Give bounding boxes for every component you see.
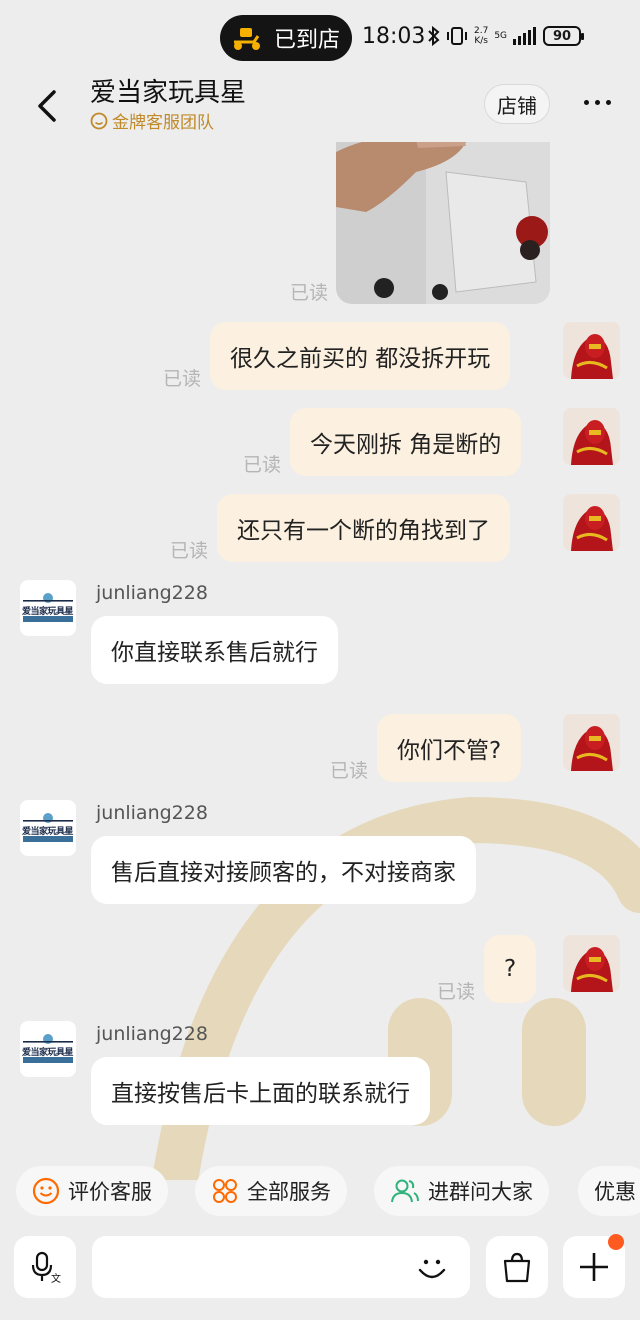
quick-actions-bar: 评价客服 全部服务 进群问大家 优惠: [0, 1166, 640, 1218]
my-avatar[interactable]: [563, 408, 620, 465]
chat-area[interactable]: 已读 很久之前买的 都没拆开玩 已读 今天刚拆 角是断的 已读 还只有一个断的角…: [0, 142, 640, 1160]
clock: 18:03: [362, 24, 426, 49]
all-services-chip[interactable]: 全部服务: [195, 1166, 347, 1216]
read-receipt: 已读: [330, 760, 369, 782]
shop-name-title[interactable]: 爱当家玩具星: [90, 72, 246, 109]
shop-message-bubble[interactable]: 直接按售后卡上面的联系就行: [91, 1057, 430, 1125]
my-avatar[interactable]: [563, 935, 620, 992]
shopping-bag-button[interactable]: [486, 1236, 548, 1298]
read-receipt: 已读: [243, 454, 282, 476]
read-receipt: 已读: [163, 368, 202, 390]
status-bar: 已到店 18:03 2.7 K/s 5G 90: [0, 0, 640, 72]
arrival-pill[interactable]: 已到店: [220, 15, 352, 61]
sender-name: junliang228: [96, 582, 208, 604]
emoji-icon[interactable]: [414, 1250, 450, 1286]
signal-icon: [513, 27, 537, 45]
net-speed: 2.7 K/s: [474, 26, 489, 46]
my-message-bubble[interactable]: 今天刚拆 角是断的: [290, 408, 522, 476]
shop-avatar[interactable]: 爱当家玩具星: [20, 580, 76, 636]
sender-name: junliang228: [96, 802, 208, 824]
back-arrow-icon[interactable]: [30, 88, 66, 124]
smile-badge-icon: [90, 112, 108, 129]
group-people-icon: [391, 1179, 419, 1203]
my-message-bubble[interactable]: 你们不管?: [377, 714, 522, 782]
smile-face-icon: [32, 1177, 60, 1205]
vibrate-icon: [447, 27, 467, 45]
svg-text:文: 文: [51, 1272, 61, 1284]
read-receipt: 已读: [290, 282, 329, 304]
my-message-bubble[interactable]: 还只有一个断的角找到了: [217, 494, 510, 562]
rate-service-chip[interactable]: 评价客服: [16, 1166, 168, 1216]
sender-name: junliang228: [96, 1023, 208, 1045]
my-avatar[interactable]: [563, 322, 620, 379]
shop-avatar[interactable]: 爱当家玩具星: [20, 800, 76, 856]
product-photo[interactable]: [336, 142, 550, 304]
pill-text: 已到店: [274, 28, 341, 53]
grid-services-icon: [213, 1179, 237, 1203]
chat-header: 爱当家玩具星 金牌客服团队 店铺: [0, 72, 640, 142]
shop-message-bubble[interactable]: 售后直接对接顾客的，不对接商家: [91, 836, 476, 904]
service-team-label: 金牌客服团队: [90, 108, 214, 133]
shopping-bag-icon: [503, 1252, 531, 1283]
shop-message-bubble[interactable]: 你直接联系售后就行: [91, 616, 338, 684]
join-group-chip[interactable]: 进群问大家: [374, 1166, 549, 1216]
read-receipt: 已读: [170, 540, 209, 562]
discount-chip[interactable]: 优惠: [578, 1166, 640, 1216]
battery-indicator: 90: [543, 26, 585, 46]
microphone-icon: 文: [31, 1251, 61, 1284]
my-message-bubble[interactable]: 很久之前买的 都没拆开玩: [210, 322, 511, 390]
read-receipt: 已读: [437, 981, 476, 1003]
plus-icon: [580, 1253, 608, 1281]
network-type: 5G: [494, 31, 508, 41]
voice-input-button[interactable]: 文: [14, 1236, 76, 1298]
my-avatar[interactable]: [563, 494, 620, 551]
status-icons: 2.7 K/s 5G 90: [428, 26, 585, 46]
bluetooth-icon: [428, 26, 440, 46]
my-avatar[interactable]: [563, 714, 620, 771]
input-bar: 文: [0, 1234, 640, 1298]
more-options-icon[interactable]: [584, 100, 611, 105]
notification-dot: [608, 1234, 624, 1250]
delivery-scooter-icon: [234, 28, 260, 50]
shop-button[interactable]: 店铺: [484, 84, 550, 124]
shop-avatar[interactable]: 爱当家玩具星: [20, 1021, 76, 1077]
my-message-bubble[interactable]: ?: [484, 935, 537, 1003]
